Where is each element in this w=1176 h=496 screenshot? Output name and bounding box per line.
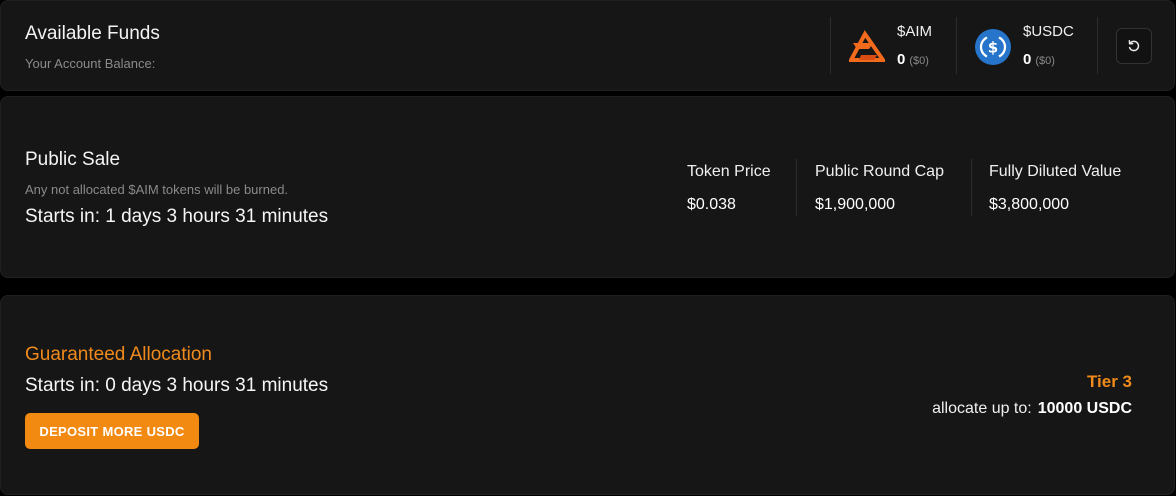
deposit-more-usdc-button[interactable]: DEPOSIT MORE USDC (25, 413, 199, 449)
funds-title: Available Funds (25, 23, 160, 44)
aim-balance-usd: ($0) (909, 55, 929, 67)
allocation-limit-label: allocate up to: (932, 400, 1032, 417)
public-round-cap-label: Public Round Cap (815, 163, 944, 180)
divider (971, 159, 972, 216)
public-sale-countdown: Starts in: 1 days 3 hours 31 minutes (25, 206, 329, 227)
allocation-limit-amount: 10000 USDC (1037, 400, 1132, 417)
divider (1097, 17, 1098, 74)
guaranteed-allocation-title: Guaranteed Allocation (25, 344, 212, 365)
refresh-button[interactable] (1116, 28, 1152, 64)
usdc-token-balance: 0 ($0) (1023, 51, 1055, 68)
public-sale-card: Public Sale Any not allocated $AIM token… (0, 96, 1175, 278)
available-funds-card: Available Funds Your Account Balance: $A… (0, 0, 1175, 91)
usdc-logo-icon: $ (975, 29, 1011, 65)
token-price-label: Token Price (687, 163, 771, 180)
usdc-token-name: $USDC (1023, 23, 1074, 40)
usdc-balance-value: 0 (1023, 51, 1032, 68)
refresh-icon (1128, 40, 1140, 52)
public-round-cap-value: $1,900,000 (815, 196, 896, 213)
svg-text:$: $ (988, 39, 998, 57)
usdc-balance-usd: ($0) (1035, 55, 1055, 67)
aim-balance-value: 0 (897, 51, 906, 68)
divider (796, 159, 797, 216)
guaranteed-allocation-countdown: Starts in: 0 days 3 hours 31 minutes (25, 375, 329, 396)
public-sale-title: Public Sale (25, 149, 121, 170)
public-round-cap-stat: Public Round Cap $1,900,000 (815, 163, 944, 214)
tier-label: Tier 3 (1086, 372, 1132, 391)
token-price-stat: Token Price $0.038 (687, 163, 771, 214)
aim-token-name: $AIM (897, 23, 933, 40)
aim-logo-icon (849, 30, 885, 62)
guaranteed-allocation-card: Guaranteed Allocation Starts in: 0 days … (0, 295, 1175, 495)
funds-subtitle: Your Account Balance: (25, 56, 156, 71)
divider (830, 17, 831, 74)
divider (956, 17, 957, 74)
fully-diluted-value-value: $3,800,000 (989, 196, 1070, 213)
public-sale-subtitle: Any not allocated $AIM tokens will be bu… (25, 182, 289, 197)
fully-diluted-value-label: Fully Diluted Value (989, 163, 1122, 180)
token-price-value: $0.038 (687, 196, 736, 213)
fully-diluted-value-stat: Fully Diluted Value $3,800,000 (989, 163, 1121, 214)
aim-token-balance: 0 ($0) (897, 51, 929, 68)
allocation-limit: allocate up to: 10000 USDC (932, 400, 1132, 418)
